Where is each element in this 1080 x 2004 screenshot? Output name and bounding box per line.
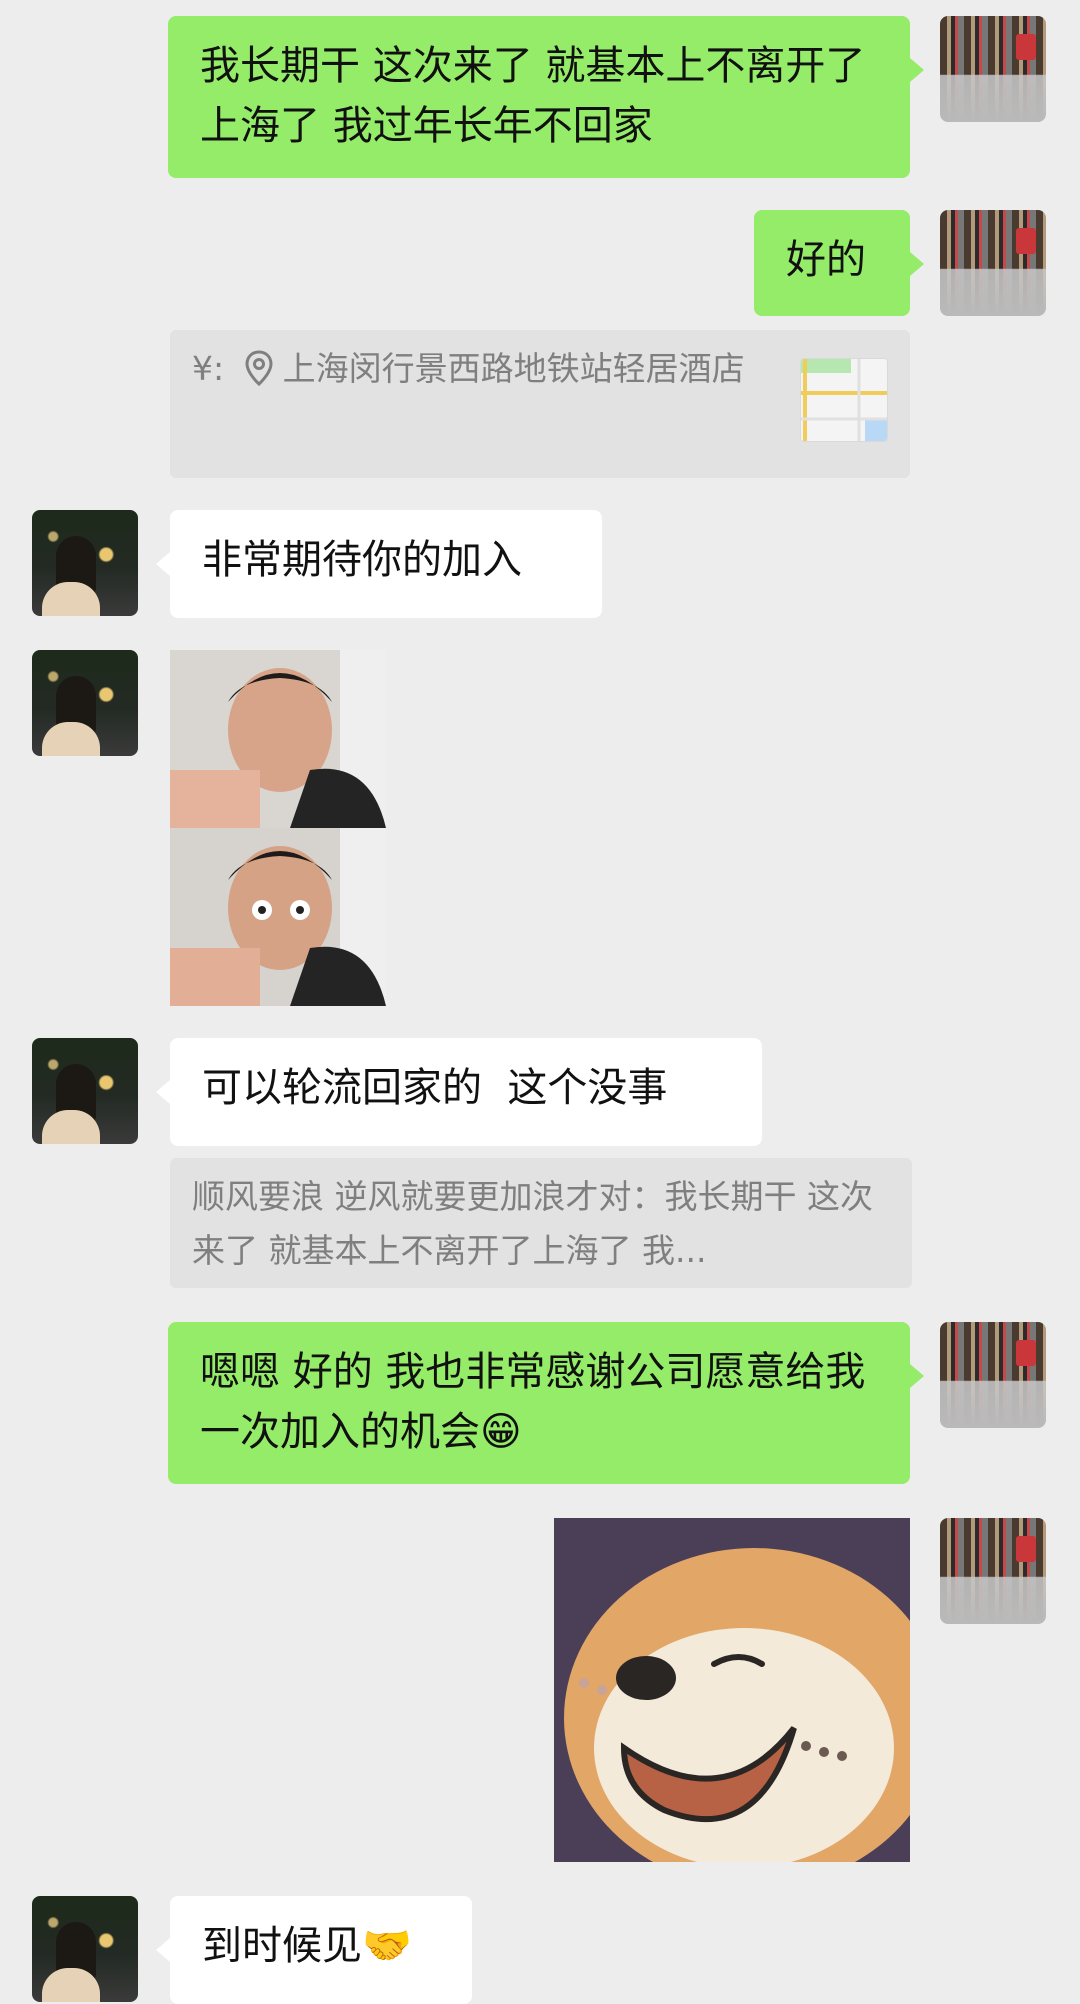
image-message[interactable] [170,650,386,1006]
sticker-image[interactable] [554,1518,910,1862]
avatar[interactable] [32,1038,138,1144]
message-bubble[interactable]: 到时候见🤝 [170,1896,472,2004]
message-bubble[interactable]: 嗯嗯 好的 我也非常感谢公司愿意给我一次加入的机会😁 [168,1322,910,1484]
bubble-tail [156,1080,170,1104]
avatar[interactable] [32,510,138,616]
bubble-tail [910,1364,924,1388]
location-pin-icon [245,348,273,387]
message-bubble[interactable]: 我长期干 这次来了 就基本上不离开了上海了 我过年长年不回家 [168,16,910,178]
bubble-tail [910,58,924,82]
avatar[interactable] [32,1896,138,2002]
quote-location-text: 上海闵行景西路地铁站轻居酒店 [282,349,745,388]
message-bubble[interactable]: 非常期待你的加入 [170,510,602,618]
quoted-location[interactable]: ¥: 上海闵行景西路地铁站轻居酒店 [170,330,910,478]
message-bubble[interactable]: 好的 [754,210,910,316]
quote-prefix: ¥: [192,349,225,388]
bubble-tail [910,252,924,276]
map-thumbnail-icon[interactable] [800,358,888,442]
message-bubble[interactable]: 可以轮流回家的 这个没事 [170,1038,762,1146]
quoted-message[interactable]: 顺风要浪 逆风就要更加浪才对：我长期干 这次来了 就基本上不离开了上海了 我..… [170,1158,912,1288]
avatar[interactable] [940,210,1046,316]
avatar[interactable] [32,650,138,756]
avatar[interactable] [940,16,1046,122]
bubble-tail [156,1938,170,1962]
bubble-tail [156,552,170,576]
avatar[interactable] [940,1322,1046,1428]
avatar[interactable] [940,1518,1046,1624]
